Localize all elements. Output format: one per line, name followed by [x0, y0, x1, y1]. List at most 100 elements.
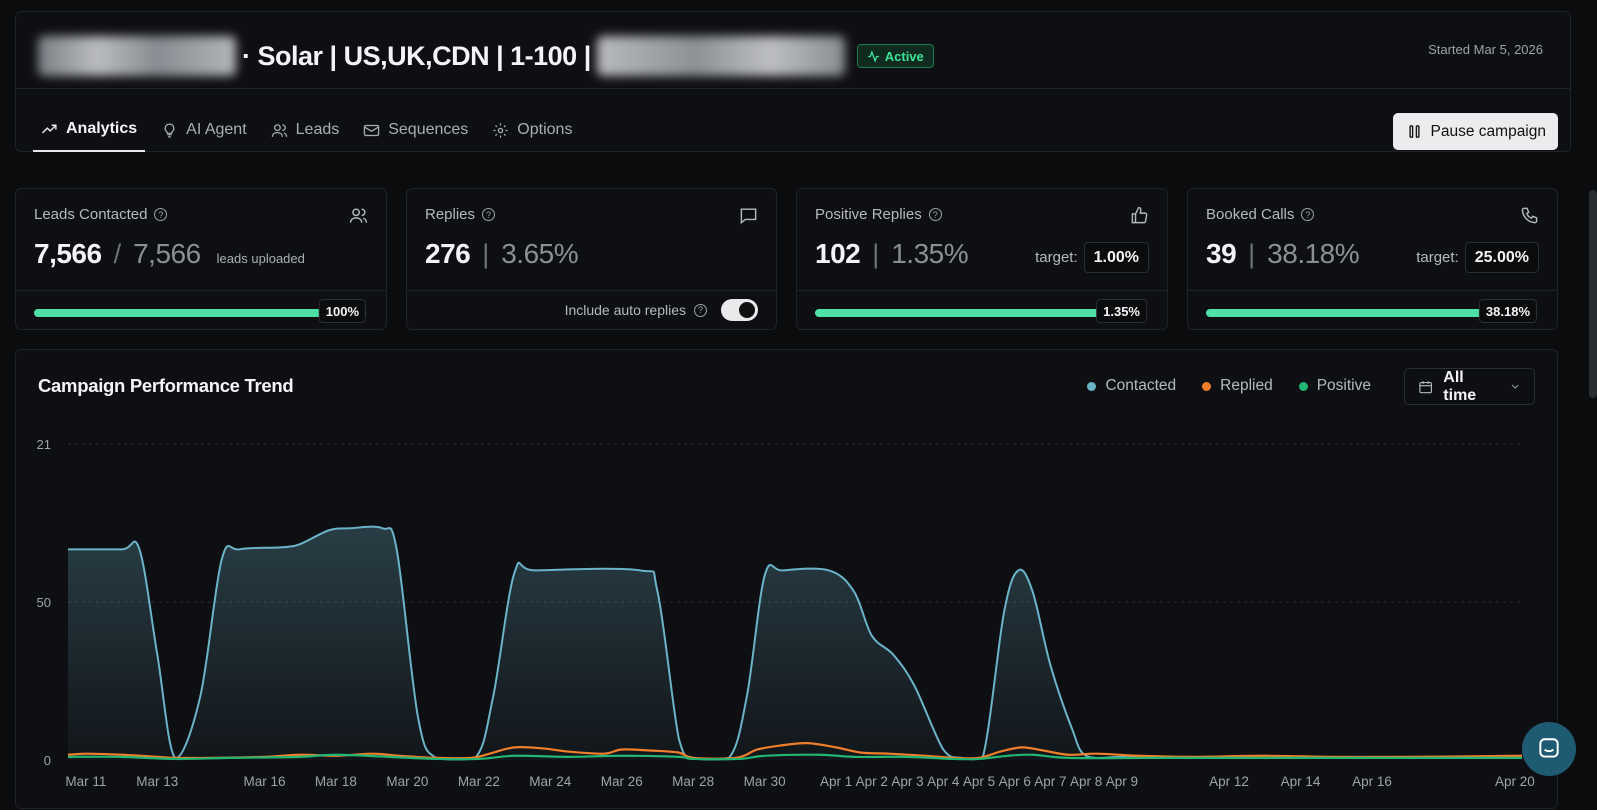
legend-label: Positive — [1316, 377, 1371, 394]
x-tick-label: Mar 22 — [458, 774, 500, 789]
legend-replied[interactable]: Replied — [1202, 377, 1273, 395]
redacted-name-suffix — [596, 36, 845, 76]
leads-progress-fill — [34, 309, 366, 317]
include-auto-replies: Include auto replies ? — [565, 299, 758, 321]
booked-progress-track: 38.18% — [1206, 299, 1537, 323]
x-tick-label: Apr 16 — [1352, 774, 1392, 789]
legend-dot — [1298, 381, 1308, 391]
x-tick-label: Mar 24 — [529, 774, 572, 789]
tab-leads[interactable]: Leads — [263, 108, 348, 152]
title-row: · Solar | US,UK,CDN | 1-100 | Active — [38, 36, 934, 76]
x-tick-label: Apr 3 — [891, 774, 923, 789]
legend-label: Replied — [1220, 377, 1273, 394]
target-label: target: — [1035, 249, 1078, 266]
chart-legend: Contacted Replied Positive — [1087, 377, 1371, 395]
trend-icon — [41, 124, 57, 134]
booked-target-input[interactable]: 25.00% — [1464, 242, 1539, 273]
phone-icon — [1521, 207, 1538, 224]
chat-icon — [1539, 738, 1559, 758]
x-tick-label: Mar 16 — [243, 774, 285, 789]
leads-contacted-label: Leads Contacted ? — [34, 206, 168, 223]
legend-label: Contacted — [1105, 377, 1177, 394]
x-tick-label: Apr 14 — [1281, 774, 1321, 789]
card-title: Booked Calls — [1206, 206, 1295, 223]
replies-rate: 3.65% — [501, 238, 579, 269]
replies-value: 276 — [425, 238, 471, 269]
booked-calls-card: Booked Calls ? 39 | 38.18% target: 25.00… — [1187, 188, 1558, 330]
x-tick-label: Apr 1 — [820, 774, 852, 789]
help-icon[interactable]: ? — [482, 208, 496, 221]
booked-rate: 38.18% — [1267, 238, 1360, 269]
y-tick-label: 21 — [37, 437, 51, 452]
tab-ai-agent[interactable]: AI Agent — [153, 108, 255, 152]
separator: / — [113, 239, 122, 269]
leads-total-value: 7,566 — [133, 238, 201, 269]
lightbulb-icon — [164, 122, 175, 138]
replies-card: Replies ? 276 | 3.65% Include auto repli… — [406, 188, 777, 330]
y-tick-label: 50 — [37, 595, 51, 610]
x-tick-label: Apr 12 — [1209, 774, 1249, 789]
legend-positive[interactable]: Positive — [1298, 377, 1371, 395]
separator: | — [872, 239, 880, 269]
page-scrollbar[interactable] — [1589, 190, 1597, 398]
tab-label: Sequences — [388, 121, 469, 138]
y-tick-label: 0 — [44, 753, 51, 768]
legend-dot — [1202, 381, 1212, 391]
replies-label: Replies ? — [425, 206, 496, 223]
date-range-select[interactable]: All time — [1404, 368, 1535, 405]
x-tick-label: Apr 6 — [999, 774, 1031, 789]
leads-contacted-card: Leads Contacted ? 7,566 / 7,566 leads up… — [15, 188, 387, 330]
tab-label: Leads — [295, 121, 340, 138]
started-date: Started Mar 5, 2026 — [1428, 42, 1543, 57]
gear-icon — [493, 122, 508, 138]
positive-progress-track: 1.35% — [815, 299, 1147, 323]
auto-replies-toggle[interactable] — [721, 299, 758, 321]
positive-progress-label: 1.35% — [1096, 299, 1147, 323]
help-icon[interactable]: ? — [154, 208, 168, 221]
help-icon[interactable]: ? — [694, 303, 707, 317]
series-area-contacted — [68, 526, 1522, 760]
tab-label: Options — [517, 121, 573, 138]
chat-launcher-button[interactable] — [1522, 722, 1576, 776]
legend-contacted[interactable]: Contacted — [1087, 377, 1176, 395]
booked-value: 39 — [1206, 238, 1237, 269]
users-icon — [271, 123, 287, 137]
card-divider — [1188, 290, 1557, 291]
x-tick-label: Apr 5 — [963, 774, 995, 789]
positive-target-input[interactable]: 1.00% — [1083, 242, 1149, 273]
x-tick-label: Mar 13 — [136, 774, 178, 789]
tab-analytics[interactable]: Analytics — [33, 108, 146, 152]
tab-sequences[interactable]: Sequences — [355, 108, 476, 152]
header-divider — [16, 88, 1570, 89]
x-tick-label: Mar 11 — [65, 774, 106, 789]
booked-calls-label: Booked Calls ? — [1206, 206, 1315, 223]
positive-replies-card: Positive Replies ? 102 | 1.35% target: 1… — [796, 188, 1168, 330]
leads-note: leads uploaded — [216, 251, 305, 266]
users-icon — [349, 208, 368, 223]
tab-bar: Analytics AI Agent Leads Sequences Optio… — [33, 108, 588, 158]
positive-target: target: 1.00% — [1035, 242, 1149, 273]
positive-value: 102 — [815, 238, 861, 269]
campaign-header: · Solar | US,UK,CDN | 1-100 | Active Sta… — [15, 11, 1571, 152]
positive-replies-label: Positive Replies ? — [815, 206, 942, 223]
x-tick-label: Apr 7 — [1034, 774, 1066, 789]
x-tick-label: Mar 28 — [672, 774, 714, 789]
leads-values: 7,566 / 7,566 leads uploaded — [34, 238, 305, 270]
help-icon[interactable]: ? — [1301, 208, 1315, 221]
target-label: target: — [1416, 249, 1459, 266]
chart-title: Campaign Performance Trend — [38, 375, 294, 396]
legend-dot — [1087, 381, 1097, 391]
separator: | — [1248, 239, 1256, 269]
mail-icon — [364, 124, 380, 136]
performance-trend-chart: 0 50 21 Mar 11 Mar 13 Mar 16 Mar 18 Mar 20 Mar 2… — [37, 437, 1535, 789]
help-icon[interactable]: ? — [928, 208, 942, 221]
tab-options[interactable]: Options — [484, 108, 580, 152]
message-icon — [740, 208, 757, 225]
pause-campaign-button[interactable]: Pause campaign — [1392, 113, 1558, 150]
activity-icon — [867, 49, 879, 63]
positive-values: 102 | 1.35% — [815, 238, 969, 270]
card-divider — [797, 290, 1167, 291]
x-tick-label: Apr 8 — [1070, 774, 1102, 789]
status-badge: Active — [856, 44, 934, 68]
replies-values: 276 | 3.65% — [425, 238, 579, 270]
